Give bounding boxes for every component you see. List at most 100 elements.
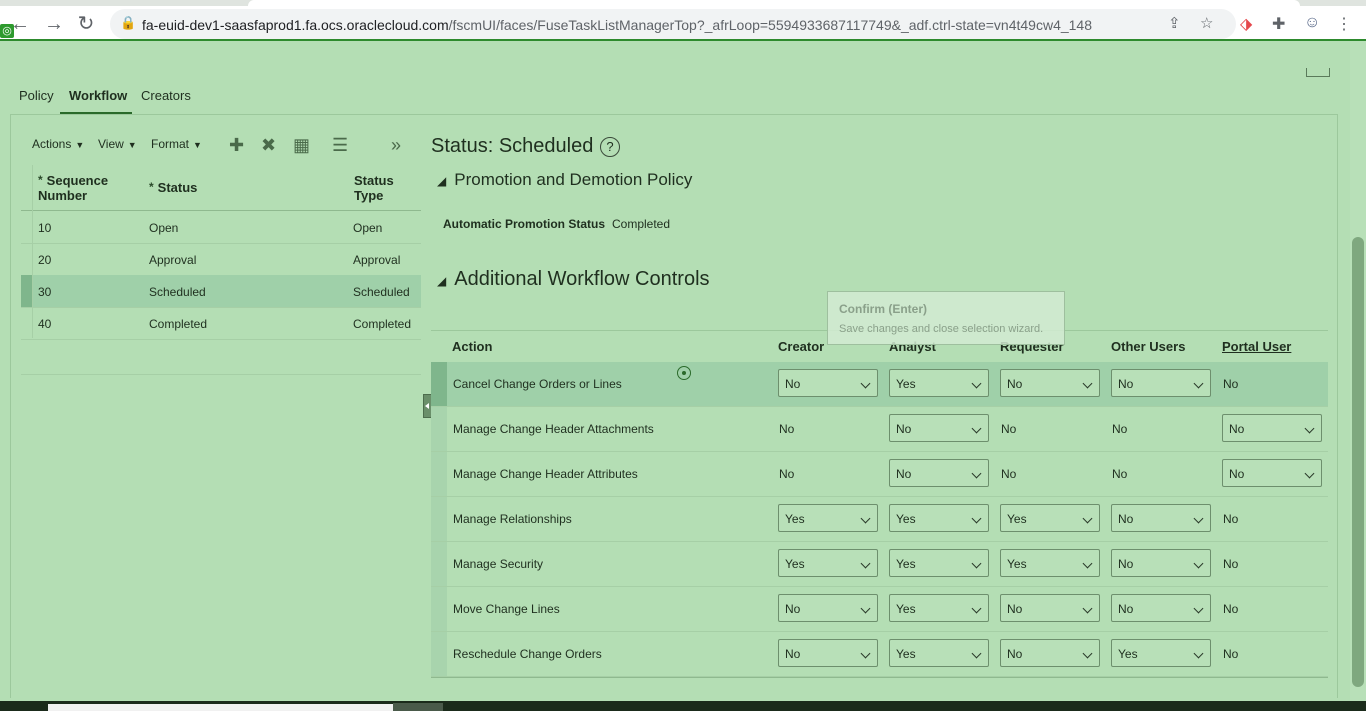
select-value: No: [896, 422, 912, 436]
other-users-select[interactable]: No: [1111, 369, 1211, 397]
portal-user-select[interactable]: No: [1222, 459, 1322, 487]
creator-select[interactable]: Yes: [778, 549, 878, 577]
action-cell: Move Change Lines: [453, 602, 560, 616]
header-label: Sequence: [46, 173, 109, 188]
extension-icon[interactable]: ⬗: [1240, 14, 1252, 34]
collapse-triangle-icon: ◢: [437, 274, 447, 288]
table-row[interactable]: 40 Completed Completed: [21, 307, 421, 340]
table-row[interactable]: Cancel Change Orders or Lines No Yes No No No: [431, 362, 1328, 407]
header-sequence-number[interactable]: * Sequence Number: [38, 173, 108, 203]
table-row[interactable]: 20 Approval Approval: [21, 243, 421, 276]
action-cell: Cancel Change Orders or Lines: [453, 377, 622, 391]
forward-icon[interactable]: →: [42, 12, 66, 36]
tab-workflow[interactable]: Workflow: [69, 88, 127, 103]
requester-select[interactable]: No: [1000, 369, 1100, 397]
actions-menu[interactable]: Actions ▼: [32, 137, 84, 151]
active-browser-tab[interactable]: [248, 0, 1300, 6]
header-status[interactable]: * Status: [149, 180, 197, 195]
table-row[interactable]: 30 Scheduled Scheduled: [21, 275, 421, 308]
vertical-scrollbar[interactable]: [1350, 41, 1366, 701]
reload-icon[interactable]: ↻: [74, 12, 98, 36]
row-gutter: [431, 587, 447, 631]
header-label: Number: [38, 188, 88, 203]
analyst-select[interactable]: Yes: [889, 594, 989, 622]
format-menu[interactable]: Format ▼: [151, 137, 202, 151]
scrollbar-thumb[interactable]: [1352, 237, 1364, 687]
add-icon[interactable]: ✚: [229, 135, 244, 156]
section-title: Promotion and Demotion Policy: [454, 170, 693, 189]
tab-policy[interactable]: Policy: [19, 88, 54, 103]
other-users-select[interactable]: No: [1111, 549, 1211, 577]
overflow-icon[interactable]: »: [391, 135, 401, 156]
page-title: Status: Scheduled: [431, 135, 594, 157]
table-row[interactable]: Move Change Lines No Yes No No No: [431, 587, 1328, 632]
divider: [10, 114, 1338, 115]
analyst-select[interactable]: Yes: [889, 504, 989, 532]
portal-user-select[interactable]: No: [1222, 414, 1322, 442]
required-icon: *: [149, 180, 154, 194]
table-row[interactable]: Manage Change Header Attributes No No No No N…: [431, 452, 1328, 497]
recording-icon: ◎: [0, 24, 14, 38]
creator-select[interactable]: No: [778, 369, 878, 397]
action-cell: Reschedule Change Orders: [453, 647, 602, 661]
status-type-cell: Scheduled: [353, 285, 410, 299]
status-cell: Scheduled: [149, 285, 206, 299]
taskbar-search[interactable]: [48, 704, 393, 711]
table-row[interactable]: Reschedule Change Orders No Yes No Yes No: [431, 632, 1328, 677]
requester-select[interactable]: No: [1000, 594, 1100, 622]
select-value: Yes: [1007, 557, 1027, 571]
requester-select[interactable]: No: [1000, 639, 1100, 667]
menu-icon[interactable]: ⋮: [1336, 14, 1352, 34]
table-row[interactable]: 10 Open Open: [21, 211, 421, 244]
chevron-down-icon: [1193, 558, 1204, 569]
analyst-select[interactable]: No: [889, 414, 989, 442]
portal-user-value: No: [1223, 557, 1239, 571]
wrap-icon[interactable]: ☰: [332, 135, 348, 156]
header-status-type[interactable]: Status Type: [354, 173, 394, 203]
profile-avatar[interactable]: ☺: [1304, 14, 1320, 32]
creator-select[interactable]: Yes: [778, 504, 878, 532]
divider: [431, 677, 1328, 678]
table-row[interactable]: Manage Security Yes Yes Yes No No: [431, 542, 1328, 587]
select-value: No: [1007, 647, 1023, 661]
help-icon[interactable]: ?: [600, 137, 620, 157]
workflow-section-header[interactable]: ◢ Additional Workflow Controls: [437, 268, 710, 291]
requester-select[interactable]: Yes: [1000, 504, 1100, 532]
other-users-select[interactable]: No: [1111, 594, 1211, 622]
address-bar[interactable]: 🔒 fa-euid-dev1-saasfaprod1.fa.ocs.oracle…: [110, 9, 1236, 39]
action-cell: Manage Change Header Attributes: [453, 467, 638, 481]
chevron-down-icon: [1304, 423, 1315, 434]
chevron-down-icon: [971, 468, 982, 479]
chevron-down-icon: [1304, 468, 1315, 479]
star-icon[interactable]: ☆: [1200, 14, 1213, 32]
other-users-select[interactable]: Yes: [1111, 639, 1211, 667]
view-menu[interactable]: View ▼: [98, 137, 137, 151]
other-users-select[interactable]: No: [1111, 504, 1211, 532]
creator-select[interactable]: No: [778, 594, 878, 622]
freeze-icon[interactable]: ▦: [293, 135, 310, 156]
collapse-icon[interactable]: [1306, 68, 1330, 77]
delete-icon[interactable]: ✖: [261, 135, 276, 156]
promotion-section-header[interactable]: ◢ Promotion and Demotion Policy: [437, 170, 692, 190]
creator-select[interactable]: No: [778, 639, 878, 667]
header-portal-user[interactable]: Portal User: [1222, 339, 1291, 354]
share-icon[interactable]: ⇪: [1168, 14, 1181, 32]
taskbar-item[interactable]: [393, 703, 443, 711]
table-row[interactable]: Manage Relationships Yes Yes Yes No No: [431, 497, 1328, 542]
analyst-select[interactable]: Yes: [889, 639, 989, 667]
tab-strip: [0, 0, 1366, 6]
analyst-select[interactable]: Yes: [889, 549, 989, 577]
format-label: Format: [151, 137, 190, 151]
url-text[interactable]: fa-euid-dev1-saasfaprod1.fa.ocs.oraclecl…: [142, 17, 1092, 33]
table-row[interactable]: Manage Change Header Attachments No No No No…: [431, 407, 1328, 452]
automatic-promotion-value: Completed: [612, 217, 671, 231]
requester-select[interactable]: Yes: [1000, 549, 1100, 577]
puzzle-icon[interactable]: ✚: [1272, 14, 1285, 34]
select-value: Yes: [896, 512, 916, 526]
analyst-select[interactable]: No: [889, 459, 989, 487]
caret-down-icon: ▼: [75, 140, 85, 150]
tab-creators[interactable]: Creators: [141, 88, 191, 103]
chevron-down-icon: [1082, 513, 1093, 524]
tooltip-text: Save changes and close selection wizard.: [839, 323, 1044, 335]
analyst-select[interactable]: Yes: [889, 369, 989, 397]
